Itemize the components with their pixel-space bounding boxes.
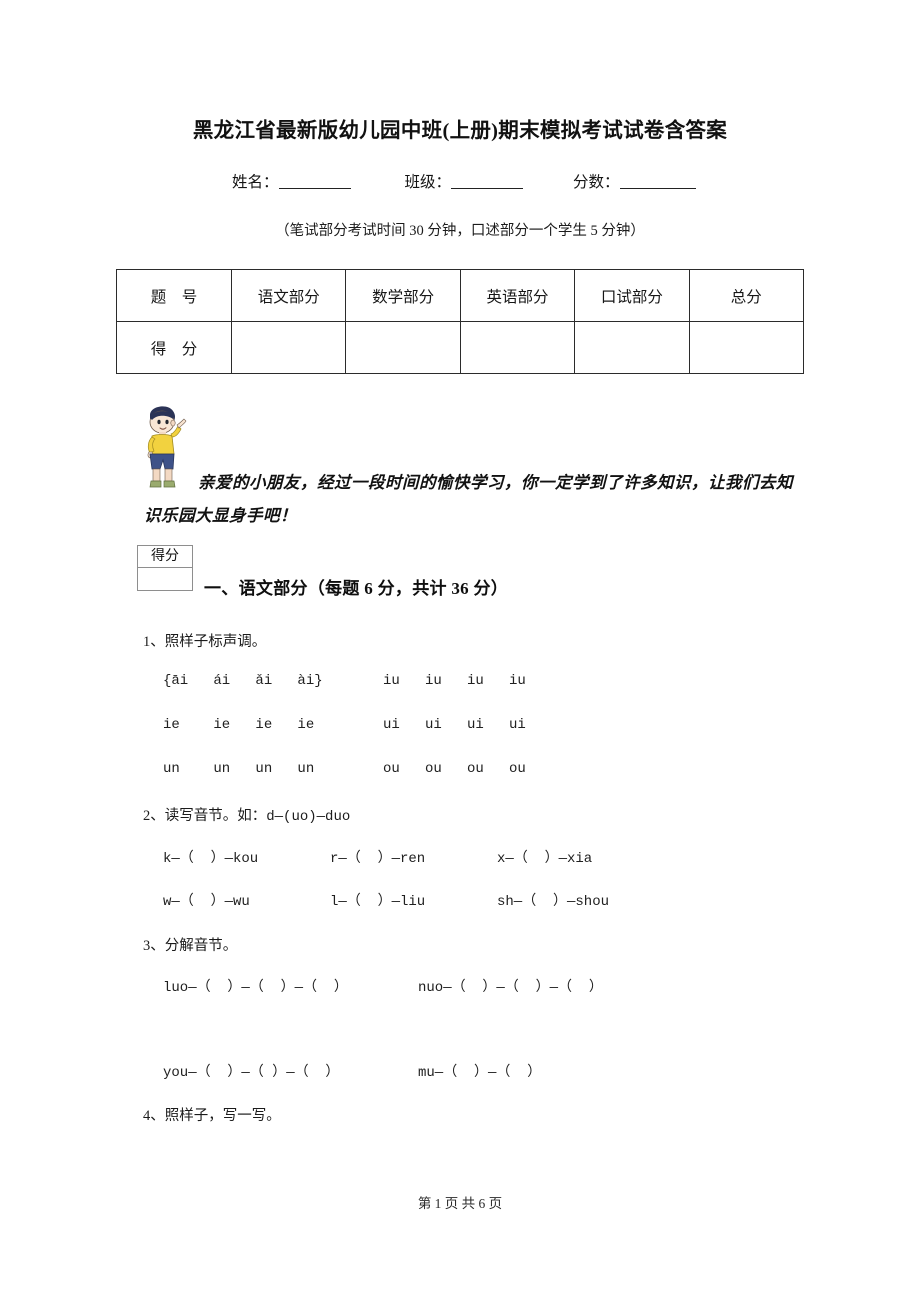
name-input-blank[interactable] — [278, 174, 351, 189]
score-input-blank[interactable] — [619, 174, 696, 189]
score-cell-english[interactable] — [459, 321, 576, 374]
score-cell-total[interactable] — [688, 321, 805, 374]
class-field[interactable]: 班级： — [405, 170, 524, 192]
score-field[interactable]: 分数： — [573, 170, 696, 192]
score-box-value[interactable] — [137, 567, 193, 591]
name-label: 姓名： — [232, 174, 279, 191]
score-cell-oral[interactable] — [574, 321, 690, 374]
question-1-row-1-left: {āi ái ǎi ài} — [163, 673, 323, 689]
student-id-row: 姓名： 班级： 分数： — [232, 170, 702, 192]
question-1-row-2-left: ie ie ie ie — [163, 717, 315, 733]
question-3-row-1-left: luo—（ ）—（ ）—（ ） — [163, 980, 348, 996]
class-label: 班级： — [404, 174, 452, 191]
header-english: 英语部分 — [459, 269, 576, 322]
question-3-row-2-right: mu—（ ）—（ ） — [418, 1065, 542, 1081]
question-3-stem: 3、分解音节。 — [143, 934, 237, 955]
name-field[interactable]: 姓名： — [232, 170, 351, 192]
exam-paper-page: 黑龙江省最新版幼儿园中班(上册)期末模拟考试试卷含答案 姓名： 班级： 分数： （笔… — [0, 0, 920, 1302]
question-1-text: 照样子标声调。 — [164, 634, 267, 650]
score-box-value-row — [137, 567, 193, 591]
row-label-question-number: 题 号 — [116, 269, 232, 322]
question-1-number: 1、 — [143, 634, 165, 650]
header-chinese: 语文部分 — [230, 269, 347, 322]
score-box-label-row: 得分 — [137, 545, 193, 568]
greeting-paragraph: 亲爱的小朋友，经过一段时间的愉快学习，你一定学到了许多知识，让我们去知识乐园大显… — [144, 473, 793, 525]
question-3-row-2-left: you—（ ）—（ ）—（ ） — [163, 1065, 340, 1081]
score-table: 题 号 语文部分 数学部分 英语部分 口试部分 总分 得 分 — [116, 269, 805, 374]
table-row-header: 题 号 语文部分 数学部分 英语部分 口试部分 总分 — [116, 269, 805, 322]
question-2-text: 读写音节。如： — [164, 808, 267, 824]
question-2-row-1-item-3: x—（ ）—xia — [497, 851, 593, 867]
question-3-row-1-right: nuo—（ ）—（ ）—（ ） — [418, 980, 603, 996]
section-score-box: 得分 — [137, 545, 193, 591]
score-label: 分数： — [573, 174, 620, 191]
header-total: 总分 — [688, 269, 805, 322]
score-cell-math[interactable] — [345, 321, 461, 374]
question-1-row-1-right: iu iu iu iu — [383, 673, 526, 689]
question-2-row-1-item-2: r—（ ）—ren — [330, 851, 426, 867]
section-heading-chinese: 一、语文部分（每题 6 分，共计 36 分） — [204, 579, 509, 598]
class-input-blank[interactable] — [451, 174, 524, 189]
question-4-stem: 4、照样子，写一写。 — [143, 1104, 281, 1125]
header-math: 数学部分 — [345, 269, 461, 322]
row-label-score: 得 分 — [116, 321, 232, 374]
page-title: 黑龙江省最新版幼儿园中班(上册)期末模拟考试试卷含答案 — [192, 120, 728, 142]
question-2-number: 2、 — [143, 808, 165, 824]
question-2-example: d—(uo)—duo — [266, 809, 351, 825]
question-1-row-3-right: ou ou ou ou — [383, 761, 526, 777]
question-1-stem: 1、照样子标声调。 — [143, 630, 266, 651]
question-3-text: 分解音节。 — [164, 938, 238, 954]
score-cell-chinese[interactable] — [230, 321, 347, 374]
question-1-row-2-right: ui ui ui ui — [383, 717, 526, 733]
question-2-row-1-item-1: k—（ ）—kou — [163, 851, 259, 867]
question-2-row-2-item-1: w—（ ）—wu — [163, 894, 250, 910]
question-2-row-2-item-3: sh—（ ）—shou — [497, 894, 610, 910]
page-footer: 第 1 页 共 6 页 — [417, 1196, 503, 1211]
table-row-scores: 得 分 — [116, 321, 805, 374]
question-4-number: 4、 — [143, 1108, 165, 1124]
question-1-row-3-left: un un un un — [163, 761, 315, 777]
exam-time-note: （笔试部分考试时间 30 分钟，口述部分一个学生 5 分钟） — [275, 223, 645, 239]
question-4-text: 照样子，写一写。 — [164, 1108, 281, 1124]
question-2-row-2-item-2: l—（ ）—liu — [330, 894, 426, 910]
score-box-label: 得分 — [137, 545, 193, 568]
question-3-number: 3、 — [143, 938, 165, 954]
question-2-stem: 2、读写音节。如：d—(uo)—duo — [143, 804, 350, 825]
header-oral: 口试部分 — [574, 269, 690, 322]
